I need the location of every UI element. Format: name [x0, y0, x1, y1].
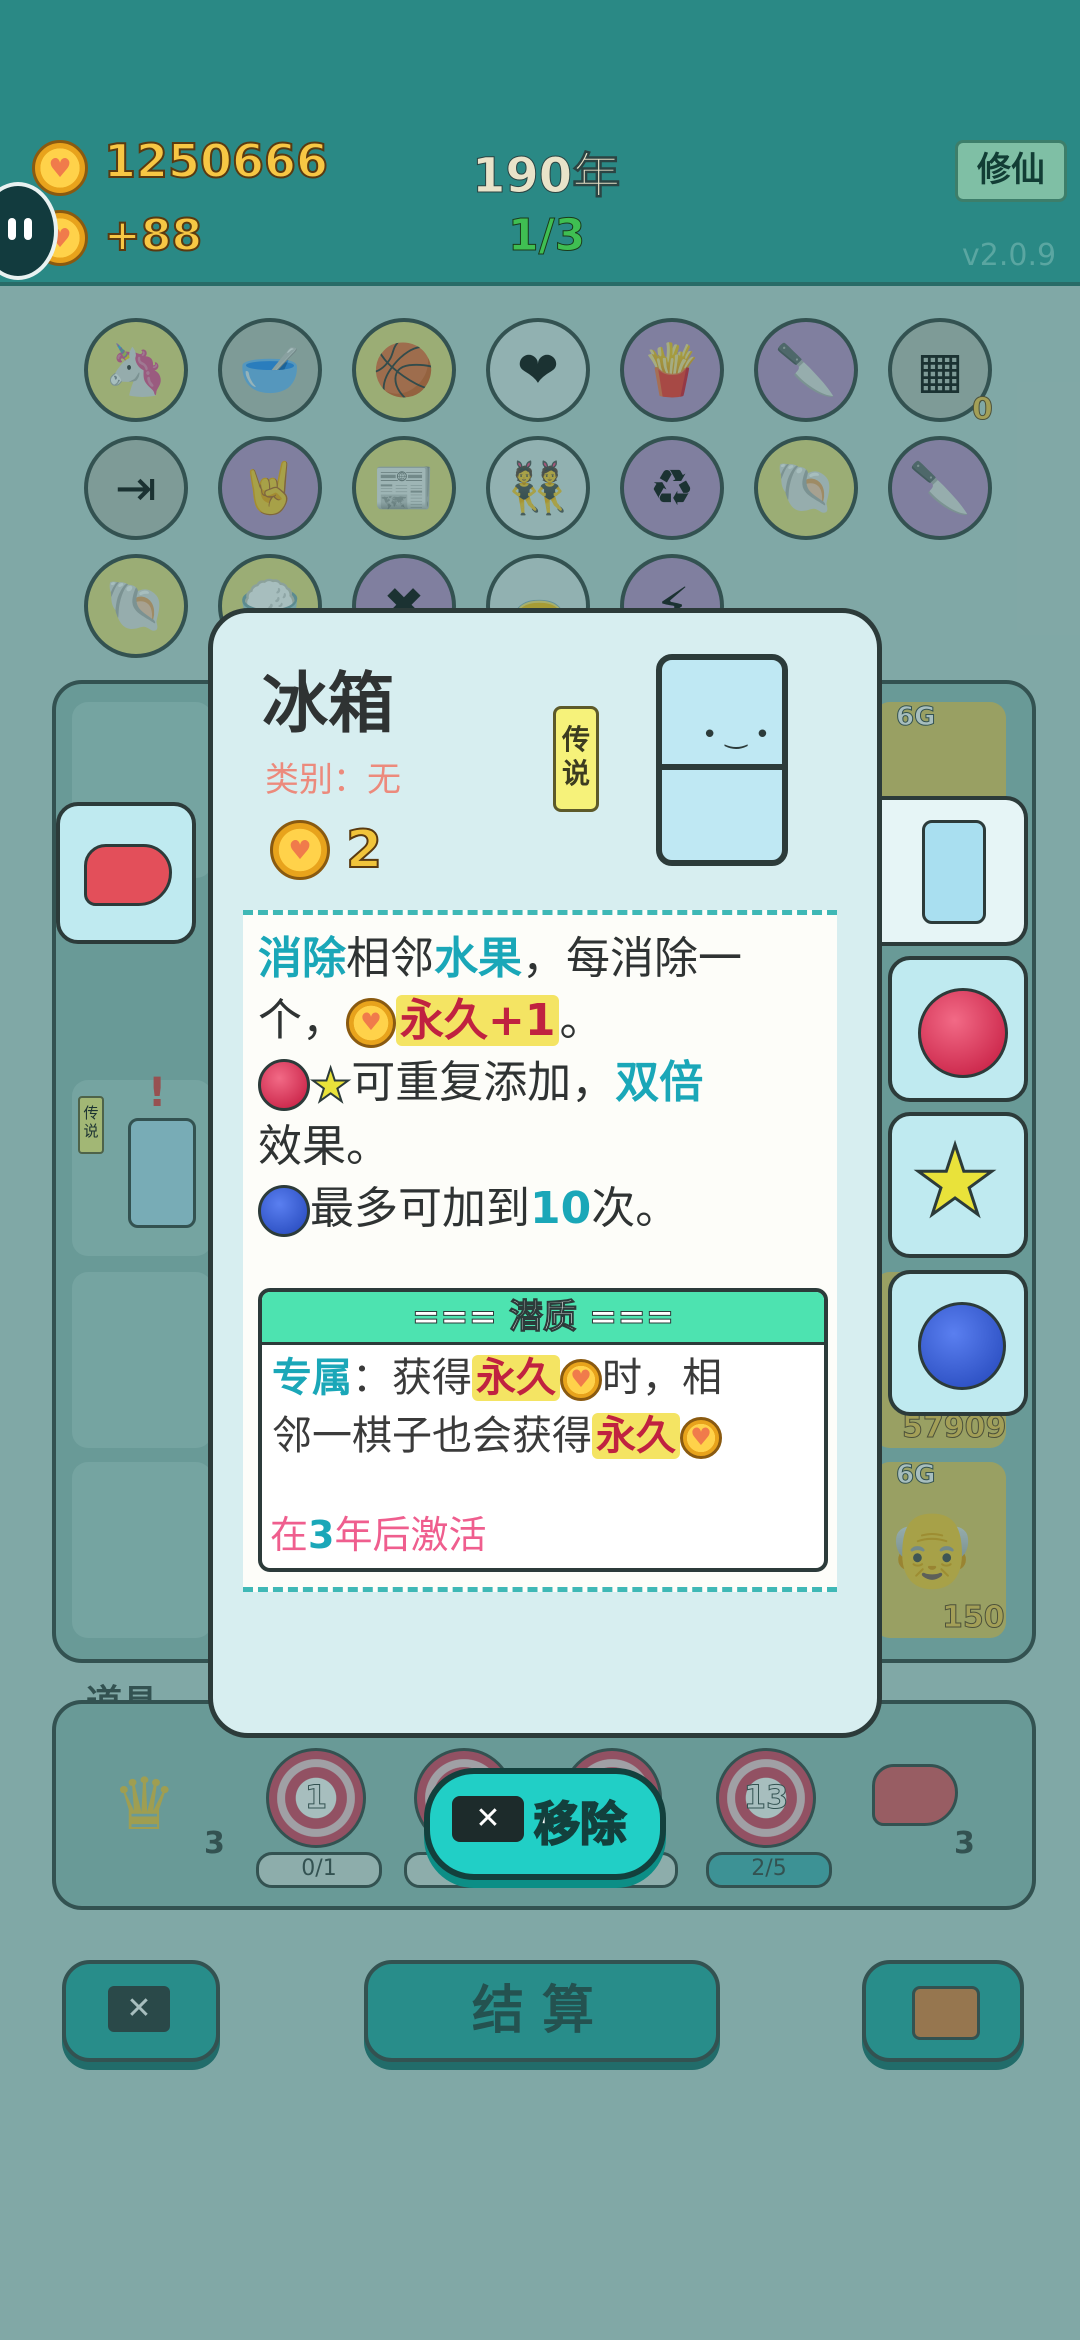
activation-note: 在3年后激活	[270, 1504, 486, 1559]
item-title: 冰箱	[262, 665, 394, 742]
desc-text: 相邻	[346, 933, 434, 984]
blueberry-button[interactable]	[888, 1270, 1028, 1416]
version-label: v2.0.9	[962, 238, 1057, 273]
desc-keyword: 水果	[434, 933, 522, 984]
desc-text: 。	[559, 995, 604, 1046]
lychee-icon	[918, 988, 1008, 1078]
blueberry-icon	[918, 1302, 1006, 1390]
desc-keyword: 双倍	[615, 1057, 704, 1108]
fridge-icon: • ‿ •	[656, 654, 788, 866]
pause-icon-bar	[24, 218, 32, 240]
potential-text: 时，相	[602, 1355, 722, 1401]
close-icon: ✕	[452, 1796, 524, 1842]
fridge-icon	[922, 820, 986, 924]
fridge-face: • ‿ •	[702, 720, 771, 750]
potential-body: 专属：获得 永久 ♥ 时，相 邻一棋子也会获得 永久 ♥	[262, 1345, 824, 1469]
star-icon: ★	[309, 1057, 352, 1113]
liver-side-button[interactable]	[56, 802, 196, 944]
fridge-divider	[662, 764, 782, 770]
round-counter: 1/3	[507, 210, 586, 262]
potential-header: === 潜质 ===	[262, 1292, 824, 1345]
desc-text: 最多可加到	[310, 1183, 530, 1234]
potential-highlight: 永久	[592, 1413, 680, 1459]
item-category: 类别：无	[265, 760, 401, 800]
desc-keyword: 消除	[258, 933, 346, 984]
lychee-button[interactable]	[888, 956, 1028, 1102]
coin-icon: ♥	[680, 1417, 722, 1459]
potential-text: 邻一棋子也会获得	[272, 1413, 592, 1459]
desc-text: ，每消除一	[522, 933, 742, 984]
item-cost: 2	[345, 819, 383, 881]
activate-text: 年后激活	[334, 1513, 487, 1557]
item-description: 消除相邻水果，每消除一 个， ♥ 永久+1。 ★可重复添加，双倍 效果。 最多可加到…	[258, 928, 828, 1240]
activate-text: 在	[270, 1513, 309, 1557]
desc-number: 10	[530, 1183, 592, 1234]
potential-text: ：获得	[352, 1355, 472, 1401]
coins-total: 1250666	[103, 133, 329, 189]
year-counter: 190年	[471, 148, 621, 205]
desc-text: 可重复添加，	[351, 1057, 616, 1108]
coin-icon: ♥	[346, 998, 396, 1048]
coin-icon: ♥	[270, 820, 330, 880]
lychee-icon	[258, 1059, 310, 1111]
coin-icon: ♥	[32, 140, 88, 196]
remove-label: 移除	[533, 1796, 627, 1852]
coin-icon: ♥	[560, 1359, 602, 1401]
fridge-side-tab[interactable]	[866, 796, 1028, 946]
liver-icon	[84, 844, 172, 906]
desc-text: 次。	[591, 1183, 680, 1234]
star-icon: ★	[910, 1125, 999, 1238]
blueberry-icon	[258, 1185, 310, 1237]
desc-highlight: 永久+1	[396, 995, 560, 1046]
cultivation-button[interactable]: 修仙	[955, 140, 1067, 202]
desc-text: 效果。	[258, 1121, 390, 1172]
activate-number: 3	[308, 1513, 335, 1557]
remove-button[interactable]: ✕ 移除	[424, 1768, 666, 1880]
potential-highlight: 永久	[472, 1355, 560, 1401]
desc-text: 个，	[258, 995, 346, 1046]
starfruit-button[interactable]: ★	[888, 1112, 1028, 1258]
rarity-tag: 传说	[553, 706, 599, 812]
coins-income: +88	[103, 209, 203, 262]
pause-icon	[8, 218, 16, 240]
potential-keyword: 专属	[272, 1355, 352, 1401]
